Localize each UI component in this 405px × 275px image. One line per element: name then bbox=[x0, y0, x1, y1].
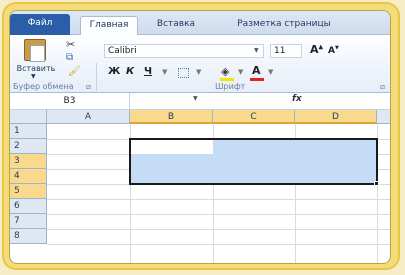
name-box[interactable]: B3 bbox=[10, 93, 130, 109]
font-launcher-icon[interactable]: ⧄ bbox=[380, 82, 385, 92]
gridline bbox=[47, 229, 390, 230]
cut-icon[interactable]: ✂ bbox=[66, 38, 75, 51]
gridline bbox=[47, 199, 390, 200]
fill-color-icon[interactable]: ◈ bbox=[221, 65, 229, 78]
format-painter-icon[interactable]: 🖌 bbox=[68, 66, 81, 77]
increase-font-icon: A bbox=[310, 43, 319, 56]
clipboard-group-label: Буфер обмена bbox=[13, 82, 74, 91]
tab-page-layout[interactable]: Разметка страницы bbox=[214, 16, 354, 35]
font-color-swatch bbox=[250, 78, 264, 81]
font-name-dropdown-arrow[interactable]: ▼ bbox=[254, 44, 259, 58]
insert-function-icon[interactable]: fx bbox=[292, 94, 302, 104]
font-color-dropdown-arrow[interactable]: ▼ bbox=[268, 68, 273, 76]
borders-icon[interactable] bbox=[178, 68, 189, 78]
column-header-e-partial[interactable] bbox=[377, 110, 390, 124]
row-header-4[interactable]: 4 bbox=[10, 169, 47, 184]
bold-button[interactable]: Ж bbox=[108, 66, 120, 77]
copy-icon[interactable]: ⧉ bbox=[66, 52, 73, 63]
column-header-a[interactable]: A bbox=[47, 110, 130, 124]
fill-color-dropdown-arrow[interactable]: ▼ bbox=[238, 68, 243, 76]
clipboard-launcher-icon[interactable]: ⧄ bbox=[86, 82, 91, 92]
spreadsheet-grid[interactable]: A B C D 1 2 3 4 5 6 7 8 bbox=[10, 110, 390, 263]
fill-color-swatch bbox=[220, 78, 234, 81]
tab-file[interactable]: Файл bbox=[10, 14, 70, 35]
row-header-2[interactable]: 2 bbox=[10, 139, 47, 154]
font-group-label: Шрифт bbox=[215, 82, 246, 91]
row-header-5[interactable]: 5 bbox=[10, 184, 47, 199]
row-header-7[interactable]: 7 bbox=[10, 214, 47, 229]
select-all-button[interactable] bbox=[10, 110, 47, 124]
formula-bar: B3 ▼ fx bbox=[10, 93, 390, 110]
row-header-8[interactable]: 8 bbox=[10, 229, 47, 244]
underline-dropdown-arrow[interactable]: ▼ bbox=[162, 68, 167, 76]
name-box-dropdown-arrow[interactable]: ▼ bbox=[193, 95, 198, 102]
tab-home[interactable]: Главная bbox=[80, 16, 138, 35]
row-header-6[interactable]: 6 bbox=[10, 199, 47, 214]
excel-window: Файл Главная Вставка Разметка страницы В… bbox=[9, 10, 391, 264]
font-color-icon[interactable]: A bbox=[252, 64, 261, 77]
tab-insert[interactable]: Вставка bbox=[150, 16, 202, 35]
column-header-b[interactable]: B bbox=[130, 110, 213, 124]
ribbon-home: Вставить ▼ ✂ ⧉ 🖌 Calibri ▼ 11 A▲ A▼ Ж К … bbox=[10, 35, 390, 93]
decrease-font-icon: A bbox=[328, 46, 335, 56]
paste-button[interactable]: Вставить bbox=[12, 64, 60, 73]
selection-border bbox=[129, 138, 378, 185]
group-divider bbox=[96, 63, 97, 91]
paste-dropdown-arrow[interactable]: ▼ bbox=[31, 73, 36, 80]
italic-button[interactable]: К bbox=[126, 66, 134, 77]
fill-handle[interactable] bbox=[374, 181, 379, 186]
column-header-c[interactable]: C bbox=[213, 110, 295, 124]
font-name-select[interactable]: Calibri bbox=[104, 44, 264, 58]
decrease-font-button[interactable]: A▼ bbox=[328, 45, 339, 56]
gridline bbox=[47, 214, 390, 215]
ribbon-tabs: Файл Главная Вставка Разметка страницы bbox=[10, 11, 390, 35]
borders-dropdown-arrow[interactable]: ▼ bbox=[196, 68, 201, 76]
increase-font-button[interactable]: A▲ bbox=[310, 43, 323, 56]
row-header-3[interactable]: 3 bbox=[10, 154, 47, 169]
row-header-1[interactable]: 1 bbox=[10, 124, 47, 139]
paste-icon[interactable] bbox=[24, 39, 46, 62]
column-header-d[interactable]: D bbox=[295, 110, 377, 124]
font-size-select[interactable]: 11 bbox=[270, 44, 302, 58]
gridline bbox=[47, 244, 390, 245]
underline-button[interactable]: Ч bbox=[144, 66, 152, 77]
